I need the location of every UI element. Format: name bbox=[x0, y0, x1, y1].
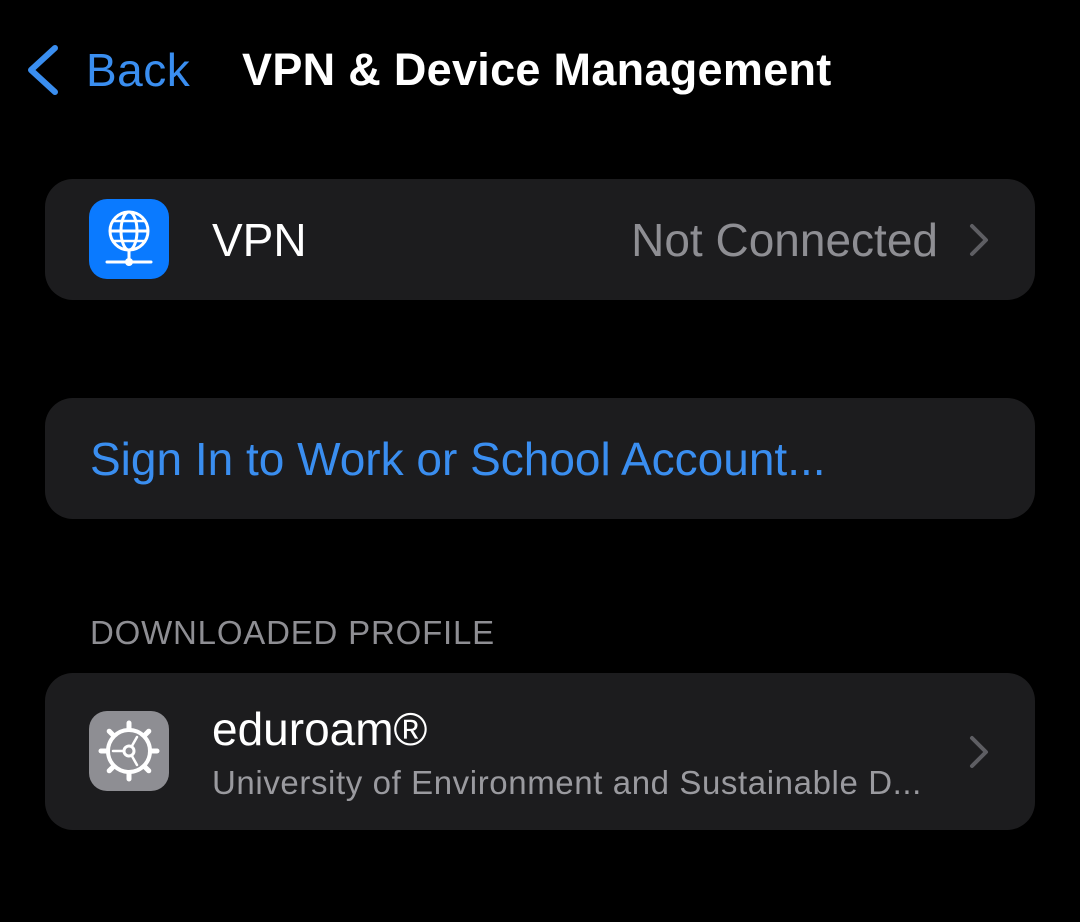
vpn-globe-icon bbox=[89, 199, 169, 279]
navigation-bar: Back VPN & Device Management bbox=[0, 0, 1080, 140]
downloaded-profile-group: eduroam® University of Environment and S… bbox=[45, 673, 1035, 830]
profile-name: eduroam® bbox=[212, 703, 428, 755]
vpn-row[interactable]: VPN Not Connected bbox=[45, 179, 1035, 300]
page-title: VPN & Device Management bbox=[242, 44, 832, 95]
profile-row-eduroam[interactable]: eduroam® University of Environment and S… bbox=[45, 673, 1035, 830]
signin-group: Sign In to Work or School Account... bbox=[45, 398, 1035, 519]
profile-organization: University of Environment and Sustainabl… bbox=[212, 764, 922, 801]
gear-icon bbox=[89, 711, 169, 791]
sign-in-work-school-link[interactable]: Sign In to Work or School Account... bbox=[90, 430, 826, 488]
downloaded-profile-header: DOWNLOADED PROFILE bbox=[90, 614, 495, 651]
back-label: Back bbox=[86, 44, 191, 96]
chevron-right-icon bbox=[970, 224, 988, 256]
chevron-left-icon bbox=[28, 45, 58, 95]
vpn-label: VPN bbox=[212, 214, 307, 266]
vpn-status: Not Connected bbox=[631, 214, 938, 266]
back-button[interactable]: Back bbox=[22, 38, 190, 102]
vpn-group: VPN Not Connected bbox=[45, 179, 1035, 300]
chevron-right-icon bbox=[970, 736, 988, 768]
